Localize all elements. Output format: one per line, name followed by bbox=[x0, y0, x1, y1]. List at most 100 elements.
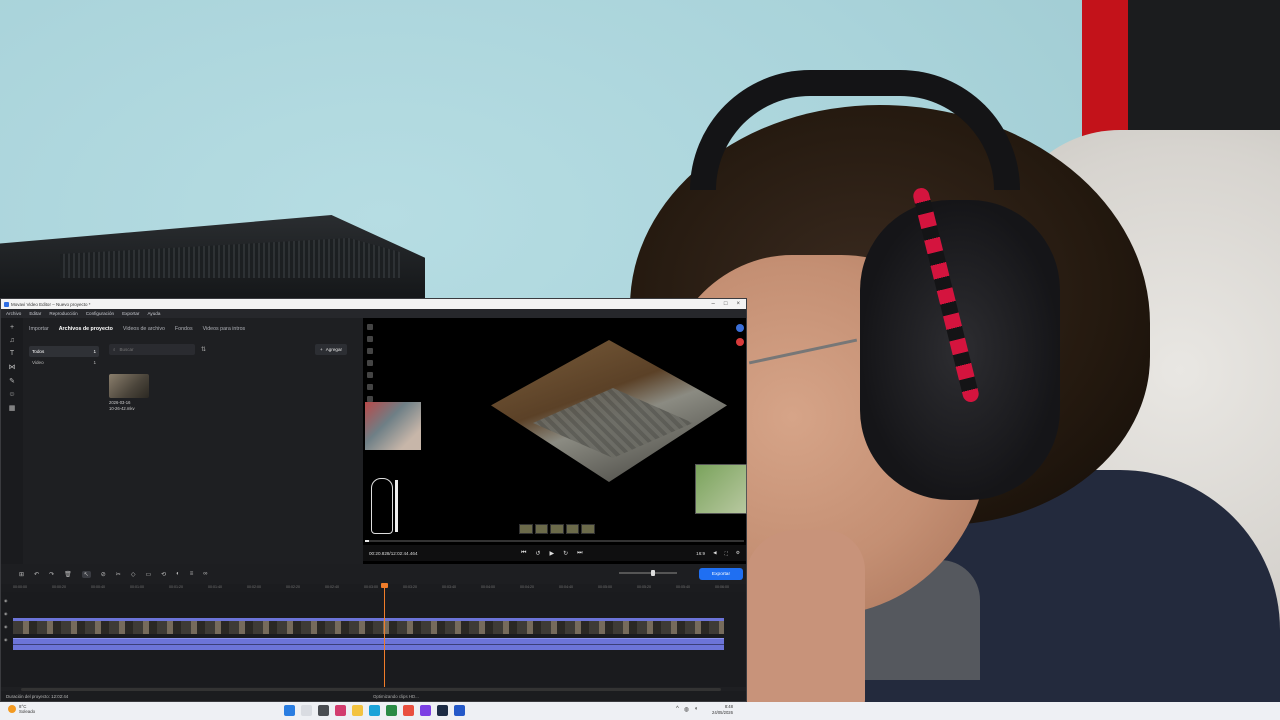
editor-window: Movavi Video Editor – Nuevo proyecto * –… bbox=[0, 298, 747, 702]
media-filename: 10-26-42.mkv bbox=[109, 406, 135, 411]
export-button[interactable]: Exportar bbox=[699, 568, 743, 580]
link-icon[interactable]: ∞ bbox=[203, 571, 207, 577]
chevron-up-icon[interactable]: ^ bbox=[676, 706, 679, 713]
close-icon[interactable]: × bbox=[736, 301, 740, 307]
audio-icon[interactable]: ◉ bbox=[4, 637, 8, 642]
menu-configuracion[interactable]: Configuración bbox=[86, 311, 114, 316]
video-clip[interactable] bbox=[13, 618, 724, 634]
tool-icon[interactable] bbox=[367, 336, 373, 342]
minimap bbox=[695, 464, 747, 514]
playback-controls: 00:20.828/12:02:44.464 ⏮ ↺ ▶ ↻ ⏭ 16:9 ◀ … bbox=[363, 545, 746, 561]
start-icon[interactable] bbox=[284, 705, 295, 716]
app-icon[interactable] bbox=[335, 705, 346, 716]
search-icon[interactable] bbox=[301, 705, 312, 716]
crop-icon[interactable]: ▭ bbox=[145, 571, 151, 578]
system-tray: ^ ◍ ◖ bbox=[676, 706, 698, 713]
category-todos[interactable]: Todos 1 bbox=[29, 346, 99, 357]
menu-reproduccion[interactable]: Reproducción bbox=[49, 311, 77, 316]
color-icon[interactable]: ◐ bbox=[176, 571, 180, 577]
tab-archivos-de-proyecto[interactable]: Archivos de proyecto bbox=[59, 326, 113, 332]
tool-icon[interactable] bbox=[367, 348, 373, 354]
weather-widget[interactable]: 8°C Soleado bbox=[8, 704, 35, 714]
shield-icon[interactable]: ◇ bbox=[131, 571, 136, 578]
file-explorer-icon[interactable] bbox=[352, 705, 363, 716]
menu-exportar[interactable]: Exportar bbox=[122, 311, 139, 316]
skip-forward-icon[interactable]: ⏭ bbox=[577, 550, 582, 557]
sort-icon[interactable]: ⇅ bbox=[201, 346, 206, 353]
audio-clip[interactable] bbox=[13, 638, 724, 650]
volume-icon[interactable]: ◀ bbox=[713, 550, 717, 556]
tab-fondos[interactable]: Fondos bbox=[175, 326, 193, 332]
optimizing-status: Optimizando clips HD... bbox=[373, 693, 419, 699]
zoom-slider[interactable] bbox=[619, 570, 677, 576]
tool-icon[interactable] bbox=[367, 324, 373, 330]
minimize-icon[interactable]: – bbox=[712, 301, 715, 307]
side-button[interactable] bbox=[736, 324, 744, 332]
eye-icon[interactable]: ◉ bbox=[4, 611, 8, 616]
timeline-toolbar: ⊞ ↶ ↷ 🗑 ↖ ⊘ ✂ ◇ ▭ ⟲ ◐ ≡ ∞ Exportar bbox=[1, 564, 746, 584]
zoom-knob[interactable] bbox=[651, 570, 655, 576]
maximize-icon[interactable]: □ bbox=[724, 301, 728, 307]
adjust-icon[interactable]: ≡ bbox=[190, 571, 194, 577]
delete-icon[interactable]: 🗑 bbox=[64, 571, 72, 578]
rotate-icon[interactable]: ⟲ bbox=[161, 571, 166, 578]
filter-icon[interactable]: ✎ bbox=[9, 377, 15, 385]
edge-icon[interactable] bbox=[369, 705, 380, 716]
select-tool-icon[interactable]: ↖ bbox=[81, 570, 91, 578]
clock[interactable]: 8:48 24/05/2026 bbox=[712, 704, 733, 716]
chrome-icon[interactable] bbox=[386, 705, 397, 716]
sticker-icon[interactable]: ☺ bbox=[8, 391, 15, 398]
text-icon[interactable]: T bbox=[10, 350, 14, 357]
tool-icon[interactable] bbox=[367, 360, 373, 366]
network-icon[interactable]: ◍ bbox=[684, 706, 689, 713]
tab-videos-de-archivo[interactable]: Videos de archivo bbox=[123, 326, 165, 332]
settings-icon[interactable]: ⚙ bbox=[736, 550, 740, 556]
mute-icon[interactable]: ◉ bbox=[4, 624, 8, 629]
cut-icon[interactable]: ✂ bbox=[116, 571, 121, 578]
transition-icon[interactable]: ⋈ bbox=[9, 363, 16, 371]
menu-editar[interactable]: Editar bbox=[29, 311, 41, 316]
preview-progress[interactable] bbox=[365, 540, 744, 542]
steam-icon[interactable] bbox=[437, 705, 448, 716]
search-input[interactable]: ⌕ Buscar bbox=[109, 344, 195, 355]
tool-icon[interactable] bbox=[367, 372, 373, 378]
add-track-icon[interactable]: ⊞ bbox=[19, 571, 24, 578]
timeline-ruler[interactable]: 00:00:00 00:00:20 00:00:40 00:01:00 00:01:20… bbox=[1, 584, 746, 592]
play-icon[interactable]: ▶ bbox=[549, 550, 554, 557]
blade-icon[interactable]: ⊘ bbox=[101, 571, 106, 578]
fullscreen-icon[interactable]: ⛶ bbox=[725, 551, 728, 556]
media-thumbnail[interactable] bbox=[109, 374, 149, 398]
app-icon bbox=[4, 301, 9, 307]
playhead[interactable] bbox=[381, 583, 388, 687]
undo-icon[interactable]: ↶ bbox=[34, 571, 39, 578]
lock-icon[interactable]: ◉ bbox=[4, 598, 8, 603]
app-icon[interactable] bbox=[420, 705, 431, 716]
ruler-tick: 00:05:40 bbox=[676, 585, 690, 589]
aspect-ratio-select[interactable]: 16:9 bbox=[696, 551, 705, 556]
music-icon[interactable]: ♫ bbox=[9, 337, 14, 344]
weather-desc: Soleado bbox=[19, 709, 36, 714]
add-button[interactable]: + Agregar bbox=[315, 344, 348, 355]
redo-icon[interactable]: ↷ bbox=[49, 571, 54, 578]
forward-icon[interactable]: ↻ bbox=[563, 550, 568, 557]
ruler-tick: 00:04:00 bbox=[481, 585, 495, 589]
tool-icon[interactable] bbox=[367, 384, 373, 390]
app-icon[interactable] bbox=[403, 705, 414, 716]
tab-videos-para-intros[interactable]: Videos para intros bbox=[203, 326, 246, 332]
plus-icon[interactable]: + bbox=[10, 324, 14, 331]
menu-archivo[interactable]: Archivo bbox=[6, 311, 21, 316]
ruler-tick: 00:03:20 bbox=[403, 585, 417, 589]
menu-ayuda[interactable]: Ayuda bbox=[147, 311, 160, 316]
category-video[interactable]: Video 1 bbox=[29, 357, 99, 368]
skip-back-icon[interactable]: ⏮ bbox=[521, 550, 526, 557]
rewind-icon[interactable]: ↺ bbox=[535, 550, 540, 557]
hotbar-slot bbox=[565, 524, 580, 534]
taskbar: 8°C Soleado ^ ◍ ◖ 8:48 24/05/2026 bbox=[0, 702, 1280, 720]
more-tools-icon[interactable]: ▦ bbox=[9, 404, 16, 412]
movavi-icon[interactable] bbox=[454, 705, 465, 716]
side-button[interactable] bbox=[736, 338, 744, 346]
speaker-icon[interactable]: ◖ bbox=[694, 706, 698, 713]
ruler-tick: 00:01:00 bbox=[130, 585, 144, 589]
task-view-icon[interactable] bbox=[318, 705, 329, 716]
tab-importar[interactable]: Importar bbox=[29, 326, 49, 332]
